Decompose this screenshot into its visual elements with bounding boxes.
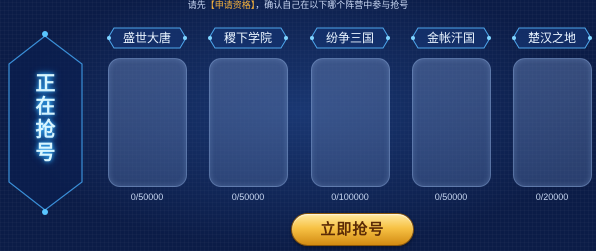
camp-card[interactable] — [311, 58, 390, 187]
camp-card[interactable] — [108, 58, 187, 187]
camp-count: 0/50000 — [130, 192, 164, 202]
camp-column[interactable]: 盛世大唐 0/50000 — [107, 27, 187, 227]
camp-count: 0/20000 — [535, 192, 569, 202]
camp-column[interactable]: 纷争三国 0/100000 — [310, 27, 390, 227]
badge-text: 正 在 抢 号 — [4, 72, 87, 164]
camp-tag: 纷争三国 — [310, 27, 390, 49]
camp-card[interactable] — [209, 58, 288, 187]
notice-suffix: ，确认自己在以下哪个阵营中参与抢号 — [255, 1, 409, 11]
camp-tag: 金帐汗国 — [411, 27, 491, 49]
grab-number-button[interactable]: 立即抢号 — [292, 214, 413, 245]
camp-count: 0/100000 — [331, 192, 369, 202]
camp-count: 0/50000 — [231, 192, 265, 202]
camp-name: 稷下学院 — [223, 31, 272, 45]
camp-card[interactable] — [513, 58, 592, 187]
grabbing-status-badge: 正 在 抢 号 — [4, 30, 87, 216]
camp-column[interactable]: 稷下学院 0/50000 — [208, 27, 288, 227]
camp-name: 楚汉之地 — [527, 31, 576, 45]
badge-char: 抢 — [35, 117, 56, 141]
camp-name: 金帐汗国 — [426, 31, 475, 45]
badge-char: 在 — [35, 94, 56, 118]
camp-column[interactable]: 楚汉之地 0/20000 — [512, 27, 592, 227]
camp-tag: 稷下学院 — [208, 27, 288, 49]
camp-column[interactable]: 金帐汗国 0/50000 — [411, 27, 491, 227]
instruction-notice: 请先【申请资格】，确认自己在以下哪个阵营中参与抢号 — [0, 0, 596, 12]
apply-qualification-link[interactable]: 【申请资格】 — [206, 1, 256, 11]
camp-tag: 盛世大唐 — [107, 27, 187, 49]
camp-card[interactable] — [412, 58, 491, 187]
badge-char: 号 — [35, 140, 56, 164]
camp-tag: 楚汉之地 — [512, 27, 592, 49]
notice-prefix: 请先 — [187, 1, 206, 11]
camp-name: 纷争三国 — [325, 31, 374, 45]
badge-char: 正 — [35, 71, 56, 95]
camp-name: 盛世大唐 — [122, 31, 171, 45]
camp-count: 0/50000 — [434, 192, 468, 202]
